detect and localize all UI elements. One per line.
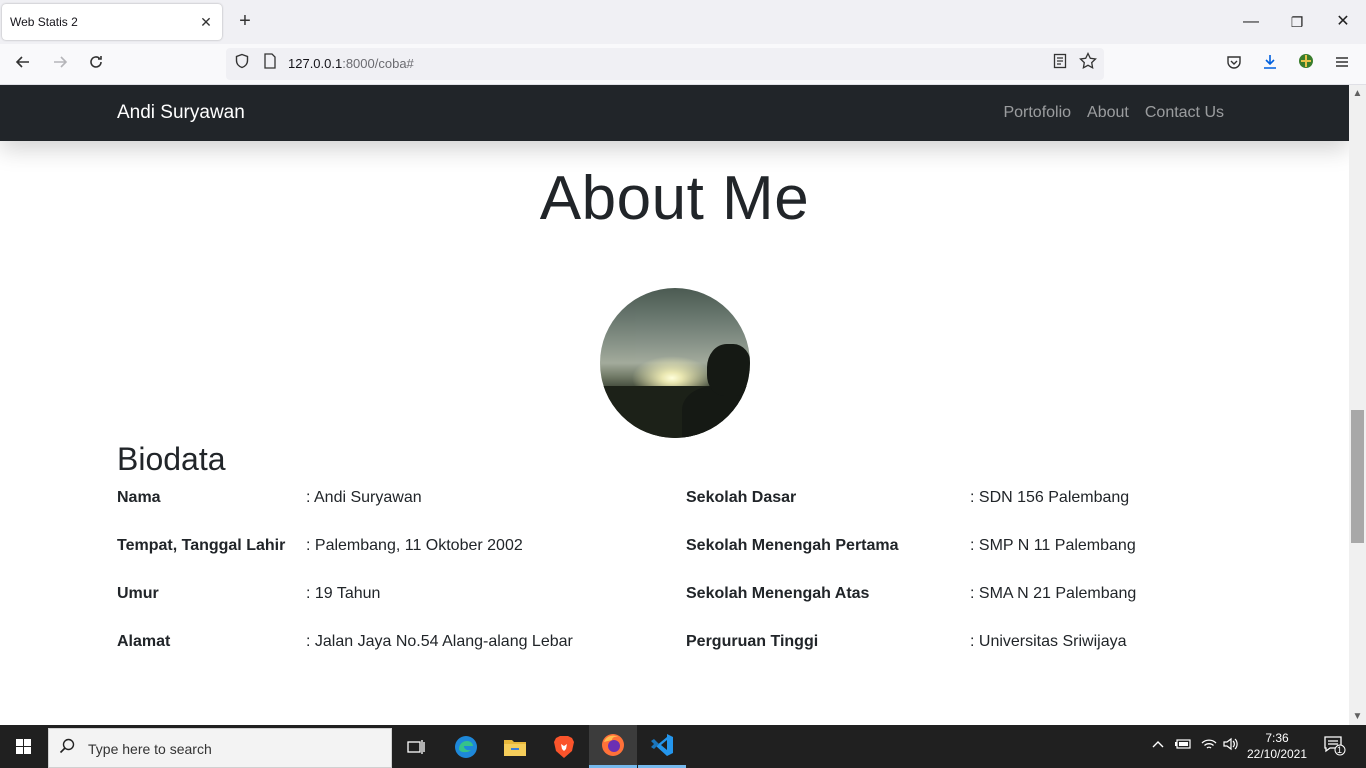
new-tab-button[interactable]: +	[233, 10, 257, 34]
nav-link-about[interactable]: About	[1087, 104, 1129, 122]
extension-icon[interactable]	[1293, 52, 1319, 78]
biodata-value: : SDN 156 Palembang	[970, 489, 1130, 506]
restore-button[interactable]: ❐	[1287, 10, 1307, 34]
biodata-label: Sekolah Dasar	[686, 489, 797, 506]
clock-time: 7:36	[1265, 731, 1289, 745]
nav-link-contact[interactable]: Contact Us	[1145, 104, 1224, 122]
biodata-label: Nama	[117, 489, 161, 506]
biodata-value: : Andi Suryawan	[306, 489, 422, 506]
nav-link-portofolio[interactable]: Portofolio	[1003, 104, 1071, 122]
wifi-icon[interactable]	[1200, 737, 1218, 754]
biodata-value: : Jalan Jaya No.54 Alang-alang Lebar	[306, 633, 573, 650]
close-window-button[interactable]: ✕	[1333, 10, 1353, 34]
minimize-button[interactable]: —	[1241, 10, 1261, 34]
page-title: About Me	[539, 164, 810, 233]
pocket-icon[interactable]	[1221, 52, 1247, 78]
profile-photo	[600, 288, 750, 438]
biodata-value: : 19 Tahun	[306, 585, 381, 602]
scroll-down-icon[interactable]: ▼	[1349, 708, 1366, 725]
edge-icon[interactable]	[442, 725, 490, 768]
reload-icon[interactable]	[83, 52, 109, 78]
close-tab-icon[interactable]: ✕	[198, 14, 214, 31]
url-path: :8000/coba#	[342, 56, 414, 71]
biodata-value: : Palembang, 11 Oktober 2002	[306, 537, 523, 554]
biodata-heading: Biodata	[117, 441, 226, 477]
brave-icon[interactable]	[540, 725, 588, 768]
back-arrow-icon[interactable]	[10, 52, 36, 78]
site-brand[interactable]: Andi Suryawan	[117, 102, 245, 124]
windows-taskbar: Type here to search 7:36 22/10/2021 1	[0, 725, 1366, 768]
file-explorer-icon[interactable]	[491, 725, 539, 768]
reader-view-icon[interactable]	[1048, 52, 1072, 76]
biodata-label: Sekolah Menengah Pertama	[686, 537, 899, 554]
search-icon	[59, 738, 75, 759]
downloads-icon[interactable]	[1257, 52, 1283, 78]
url-host: 127.0.0.1	[288, 56, 343, 71]
url-bar[interactable]: 127.0.0.1:8000/coba#	[226, 48, 1104, 80]
show-hidden-icons-chevron-icon[interactable]	[1151, 737, 1165, 754]
site-nav-links: Portofolio About Contact Us	[1003, 104, 1224, 122]
biodata-label: Umur	[117, 585, 159, 602]
windows-logo-icon	[16, 739, 32, 755]
forward-arrow-icon[interactable]	[47, 52, 73, 78]
shield-icon[interactable]	[230, 52, 254, 76]
biodata-label: Tempat, Tanggal Lahir	[117, 537, 286, 554]
firefox-icon[interactable]	[589, 725, 637, 768]
notification-center-icon[interactable]: 1	[1324, 736, 1346, 759]
start-button[interactable]	[0, 725, 48, 768]
taskbar-clock[interactable]: 7:36 22/10/2021	[1244, 730, 1310, 762]
page-scrollbar[interactable]: ▲ ▼	[1349, 85, 1366, 725]
scrollbar-thumb[interactable]	[1351, 410, 1364, 543]
volume-icon[interactable]	[1222, 737, 1240, 754]
vscode-icon[interactable]	[638, 725, 686, 768]
browser-tab[interactable]: Web Statis 2 ✕	[2, 4, 222, 40]
clock-date: 22/10/2021	[1246, 747, 1308, 761]
scroll-up-icon[interactable]: ▲	[1349, 85, 1366, 102]
taskbar-search-box[interactable]: Type here to search	[48, 728, 392, 768]
notification-count: 1	[1337, 745, 1343, 755]
battery-icon[interactable]	[1174, 737, 1192, 754]
biodata-value: : SMA N 21 Palembang	[970, 585, 1137, 602]
web-page: Andi Suryawan Portofolio About Contact U…	[0, 85, 1349, 725]
biodata-value: : SMP N 11 Palembang	[970, 537, 1136, 554]
tab-title: Web Statis 2	[10, 15, 78, 29]
biodata-label: Alamat	[117, 633, 171, 650]
site-navbar: Andi Suryawan Portofolio About Contact U…	[0, 85, 1349, 141]
url-text[interactable]: 127.0.0.1:8000/coba#	[288, 56, 414, 71]
page-icon[interactable]	[258, 52, 282, 76]
menu-icon[interactable]	[1329, 52, 1355, 78]
photo-silhouette-head	[707, 344, 750, 396]
browser-toolbar: 127.0.0.1:8000/coba#	[0, 44, 1366, 85]
biodata-value: : Universitas Sriwijaya	[970, 633, 1127, 650]
bookmark-star-icon[interactable]	[1076, 51, 1100, 76]
biodata-label: Perguruan Tinggi	[686, 633, 819, 650]
browser-tab-bar: Web Statis 2 ✕ + — ❐ ✕	[0, 0, 1366, 44]
task-view-icon[interactable]	[392, 725, 440, 768]
search-placeholder: Type here to search	[88, 741, 212, 757]
biodata-label: Sekolah Menengah Atas	[686, 585, 870, 602]
